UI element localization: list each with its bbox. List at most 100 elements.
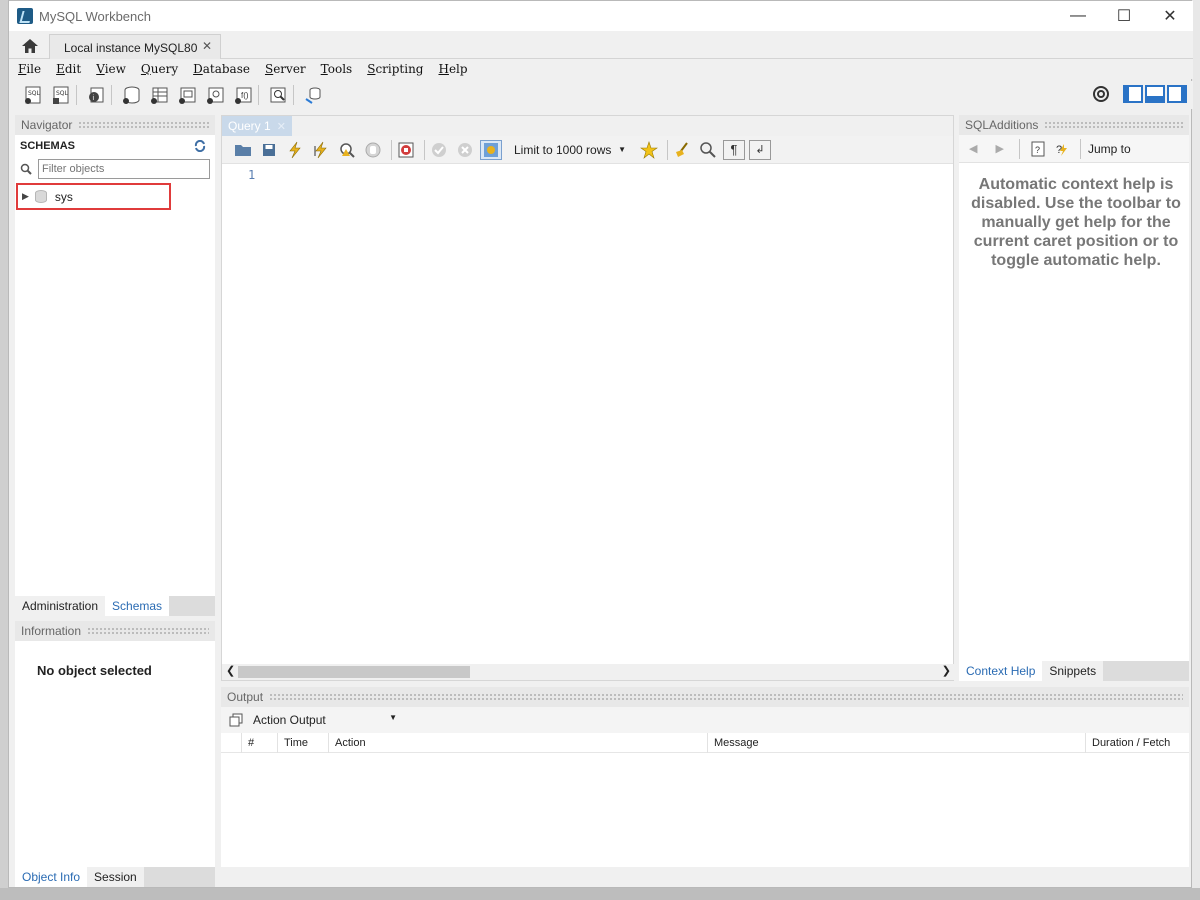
auto-help-icon[interactable]: ? — [1053, 140, 1071, 158]
connection-tab-label: Local instance MySQL80 — [64, 40, 198, 55]
create-table-button[interactable] — [147, 84, 171, 106]
menu-scripting[interactable]: Scripting — [367, 62, 423, 76]
magnifier-icon — [700, 141, 716, 158]
toggle-sidebar-button[interactable] — [1123, 85, 1143, 103]
sql-additions-title: SQLAdditions — [965, 118, 1039, 132]
copy-icon[interactable] — [229, 713, 243, 727]
toggle-output-button[interactable] — [1145, 85, 1165, 103]
column-header-time[interactable]: Time — [277, 732, 328, 753]
column-header-number[interactable]: # — [241, 732, 277, 753]
stop-on-error-icon — [398, 142, 414, 157]
schema-tree-item[interactable]: ▶ sys — [16, 183, 171, 210]
home-tab[interactable] — [15, 34, 45, 58]
tab-snippets[interactable]: Snippets — [1042, 661, 1104, 681]
commit-button[interactable] — [428, 140, 450, 160]
output-header: Output — [221, 687, 1189, 707]
reconnect-button[interactable] — [301, 84, 325, 106]
information-header: Information — [15, 621, 215, 641]
beautify-button[interactable] — [671, 140, 693, 160]
information-tabs: Object Info Session — [15, 867, 215, 887]
add-snippet-button[interactable] — [638, 140, 660, 160]
output-type-select[interactable]: Action Output ▼ — [253, 713, 397, 727]
svg-text:f(): f() — [241, 91, 249, 100]
forward-arrow-icon[interactable]: ▶ — [995, 142, 1003, 155]
query-editor-area: Query 1 ✕ Limit to 1000 rows ▼ ¶ ↲ 1 ❮ ❯ — [221, 115, 955, 681]
maximize-button[interactable]: ☐ — [1101, 1, 1147, 31]
back-arrow-icon[interactable]: ◀ — [969, 142, 977, 155]
close-window-button[interactable]: ✕ — [1147, 1, 1193, 31]
tab-session[interactable]: Session — [87, 867, 144, 887]
menu-edit[interactable]: Edit — [56, 62, 81, 76]
column-header-message[interactable]: Message — [707, 732, 1085, 753]
scrollbar-thumb[interactable] — [238, 666, 470, 678]
output-table-header: # Time Action Message Duration / Fetch — [221, 732, 1189, 753]
open-file-button[interactable] — [232, 140, 254, 160]
create-function-button[interactable]: f() — [231, 84, 255, 106]
save-icon — [263, 143, 275, 156]
menu-file[interactable]: File — [18, 62, 41, 76]
filter-objects-input[interactable] — [38, 159, 210, 179]
toggle-secondary-sidebar-button[interactable] — [1167, 85, 1187, 103]
object-inspector-button[interactable]: i — [84, 84, 108, 106]
workbench-logo-icon — [17, 8, 33, 24]
manual-help-icon[interactable]: ? — [1029, 140, 1047, 158]
create-procedure-button[interactable] — [203, 84, 227, 106]
menu-help[interactable]: Help — [438, 62, 467, 76]
refresh-icon[interactable] — [193, 140, 207, 152]
sql-additions-tabs: Context Help Snippets — [959, 661, 1189, 681]
autocommit-toggle-button[interactable] — [480, 139, 502, 160]
horizontal-scrollbar[interactable]: ❮ ❯ — [222, 664, 955, 680]
query-tab[interactable]: Query 1 ✕ — [222, 116, 292, 136]
find-replace-button[interactable] — [697, 140, 719, 160]
search-table-data-button[interactable] — [266, 84, 290, 106]
menu-tools[interactable]: Tools — [321, 62, 353, 76]
column-header-action[interactable]: Action — [328, 732, 707, 753]
connection-tab[interactable]: Local instance MySQL80 ✕ — [49, 34, 221, 60]
menu-database[interactable]: Database — [193, 62, 250, 76]
stop-button[interactable] — [362, 140, 384, 160]
title-bar: MySQL Workbench — ☐ ✕ — [9, 1, 1193, 31]
stop-on-error-button[interactable] — [395, 140, 417, 160]
filter-row — [15, 157, 215, 181]
tab-schemas[interactable]: Schemas — [105, 596, 170, 616]
invisible-chars-button[interactable]: ¶ — [723, 139, 745, 160]
close-tab-icon[interactable]: ✕ — [202, 39, 212, 53]
tab-administration[interactable]: Administration — [15, 596, 106, 616]
rollback-button[interactable] — [454, 140, 476, 160]
menu-query[interactable]: Query — [141, 62, 178, 76]
menu-view[interactable]: View — [96, 62, 126, 76]
lightning-icon — [289, 141, 301, 158]
reconnect-icon — [305, 87, 321, 104]
line-number: 1 — [248, 168, 256, 182]
execute-current-button[interactable] — [310, 140, 332, 160]
tab-context-help[interactable]: Context Help — [959, 661, 1043, 681]
star-icon — [640, 140, 658, 159]
expand-arrow-icon[interactable]: ▶ — [22, 191, 29, 202]
menu-server[interactable]: Server — [265, 62, 306, 76]
close-query-tab-icon[interactable]: ✕ — [277, 120, 286, 133]
explain-button[interactable] — [336, 140, 358, 160]
settings-gear-icon[interactable] — [1091, 84, 1111, 104]
create-view-button[interactable] — [175, 84, 199, 106]
new-sql-tab-button[interactable]: SQL — [21, 84, 45, 106]
folder-icon — [235, 144, 251, 156]
execute-button[interactable] — [284, 140, 306, 160]
pilcrow-icon: ¶ — [730, 142, 738, 157]
panel-grip — [1044, 121, 1183, 129]
open-sql-script-button[interactable]: SQL — [49, 84, 73, 106]
column-header-duration[interactable]: Duration / Fetch — [1085, 732, 1181, 753]
autocommit-icon — [484, 142, 498, 157]
limit-rows-select[interactable]: Limit to 1000 rows ▼ — [510, 140, 630, 160]
minimize-button[interactable]: — — [1055, 1, 1101, 31]
output-title: Output — [227, 690, 264, 704]
svg-text:?: ? — [1035, 145, 1040, 155]
tab-object-info[interactable]: Object Info — [15, 867, 88, 887]
scroll-right-icon[interactable]: ❯ — [942, 664, 951, 677]
toolbar-separator — [1079, 138, 1081, 159]
save-file-button[interactable] — [258, 140, 280, 160]
create-schema-button[interactable] — [119, 84, 143, 106]
word-wrap-button[interactable]: ↲ — [749, 139, 771, 160]
output-type-label: Action Output — [253, 713, 326, 727]
jump-to-select[interactable]: Jump to — [1088, 142, 1131, 156]
scroll-left-icon[interactable]: ❮ — [226, 664, 235, 677]
